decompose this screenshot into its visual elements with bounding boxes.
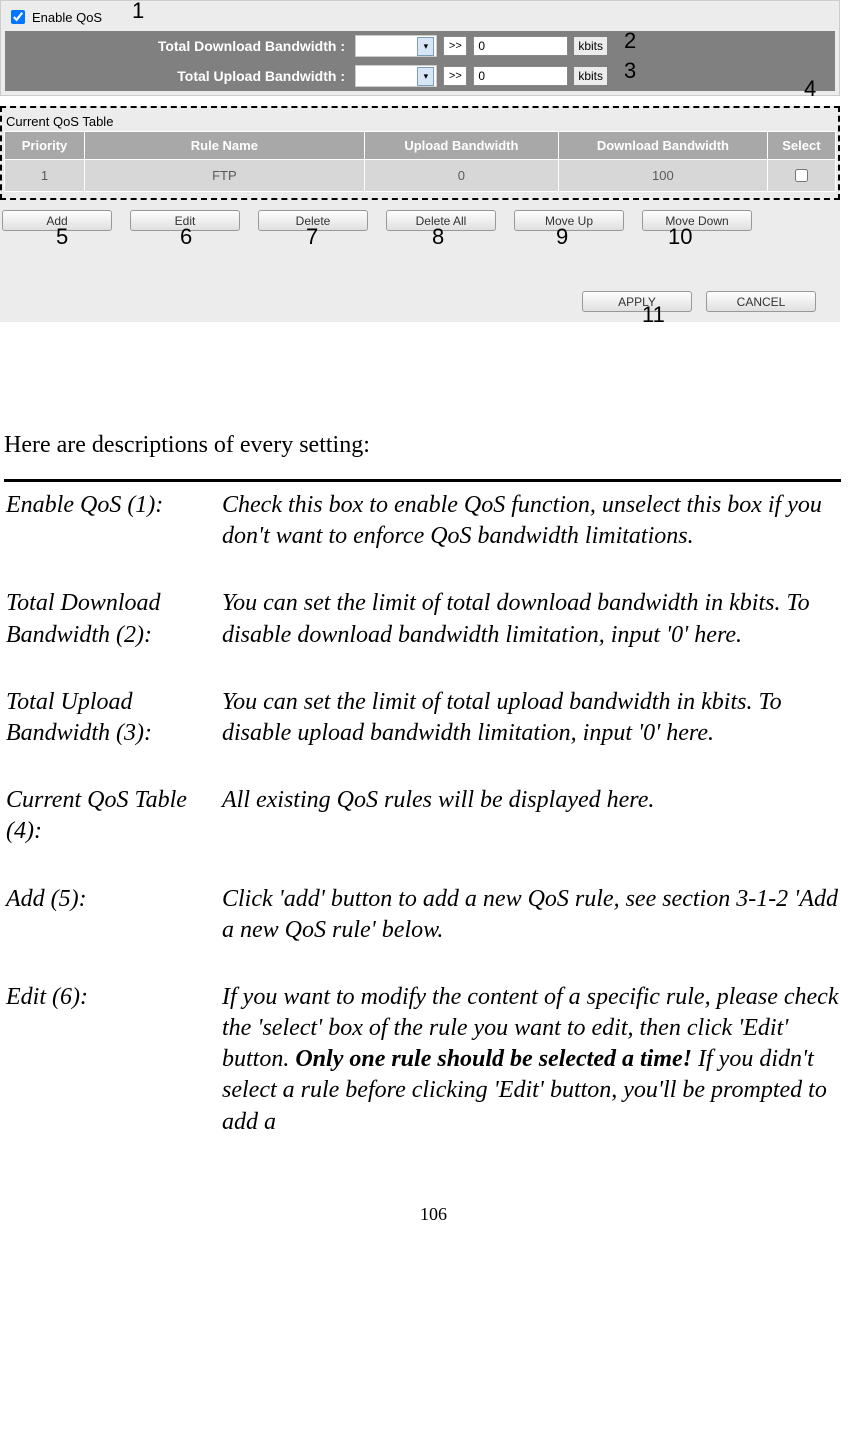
- divider: [4, 479, 841, 482]
- callout-1: 1: [132, 0, 144, 24]
- desc-body: If you want to modify the content of a s…: [222, 982, 839, 1172]
- callout-4: 4: [804, 76, 816, 102]
- desc-row: Total Download Bandwidth (2): You can se…: [6, 588, 839, 684]
- enable-qos-checkbox[interactable]: [11, 10, 25, 24]
- callout-7: 7: [306, 224, 318, 250]
- col-rule-name: Rule Name: [84, 132, 364, 160]
- desc-body: You can set the limit of total upload ba…: [222, 687, 839, 783]
- qos-table-caption: Current QoS Table: [4, 112, 836, 131]
- apply-row: APPLY CANCEL: [0, 241, 840, 322]
- row-select-checkbox[interactable]: [795, 169, 808, 182]
- move-down-button[interactable]: Move Down: [642, 210, 752, 231]
- upload-select-text: ---Select---: [358, 69, 415, 83]
- cell-rule: FTP: [84, 160, 364, 192]
- apply-button[interactable]: APPLY: [582, 291, 692, 312]
- callout-11: 11: [642, 302, 665, 328]
- callout-6: 6: [180, 224, 192, 250]
- desc-body: All existing QoS rules will be displayed…: [222, 785, 839, 881]
- callout-3: 3: [624, 58, 636, 84]
- download-unit-label: kbits: [574, 37, 607, 55]
- download-bw-input[interactable]: [473, 36, 568, 56]
- enable-qos-label: Enable QoS: [32, 10, 102, 25]
- desc-term: Add (5):: [6, 884, 220, 980]
- cell-upload: 0: [364, 160, 558, 192]
- page-number: 106: [0, 1174, 867, 1235]
- desc-bold: Only one rule should be selected a time!: [295, 1046, 692, 1072]
- desc-term: Total Download Bandwidth (2):: [6, 588, 220, 684]
- desc-row: Add (5): Click 'add' button to add a new…: [6, 884, 839, 980]
- cancel-button[interactable]: CANCEL: [706, 291, 816, 312]
- cell-select: [767, 160, 835, 192]
- desc-term: Total Upload Bandwidth (3):: [6, 687, 220, 783]
- upload-bw-input[interactable]: [473, 66, 568, 86]
- desc-row: Enable QoS (1): Check this box to enable…: [6, 490, 839, 586]
- upload-unit-label: kbits: [574, 67, 607, 85]
- qos-table: Priority Rule Name Upload Bandwidth Down…: [4, 131, 836, 192]
- desc-term: Edit (6):: [6, 982, 220, 1172]
- dropdown-icon: ▾: [417, 67, 434, 86]
- description-table: Enable QoS (1): Check this box to enable…: [4, 488, 841, 1174]
- desc-body: Check this box to enable QoS function, u…: [222, 490, 839, 586]
- col-upload-bw: Upload Bandwidth: [364, 132, 558, 160]
- move-up-button[interactable]: Move Up: [514, 210, 624, 231]
- callout-9: 9: [556, 224, 568, 250]
- desc-row: Edit (6): If you want to modify the cont…: [6, 982, 839, 1172]
- download-copy-button[interactable]: >>: [443, 36, 467, 56]
- upload-bw-label: Total Upload Bandwidth :: [5, 68, 349, 84]
- col-download-bw: Download Bandwidth: [559, 132, 768, 160]
- desc-term: Enable QoS (1):: [6, 490, 220, 586]
- bandwidth-box: Total Download Bandwidth : ---Select--- …: [5, 31, 835, 91]
- qos-panel: Enable QoS Total Download Bandwidth : --…: [0, 0, 840, 96]
- desc-row: Total Upload Bandwidth (3): You can set …: [6, 687, 839, 783]
- desc-body: You can set the limit of total download …: [222, 588, 839, 684]
- download-select[interactable]: ---Select--- ▾: [355, 35, 437, 57]
- dropdown-icon: ▾: [417, 37, 434, 56]
- intro-text: Here are descriptions of every setting:: [4, 432, 841, 459]
- callout-8: 8: [432, 224, 444, 250]
- callout-5: 5: [56, 224, 68, 250]
- desc-row: Current QoS Table (4): All existing QoS …: [6, 785, 839, 881]
- col-select: Select: [767, 132, 835, 160]
- desc-term: Current QoS Table (4):: [6, 785, 220, 881]
- upload-copy-button[interactable]: >>: [443, 66, 467, 86]
- table-row: 1 FTP 0 100: [5, 160, 836, 192]
- col-priority: Priority: [5, 132, 85, 160]
- cell-download: 100: [559, 160, 768, 192]
- callout-2: 2: [624, 28, 636, 54]
- document-body: Here are descriptions of every setting: …: [0, 432, 845, 1174]
- desc-body: Click 'add' button to add a new QoS rule…: [222, 884, 839, 980]
- qos-table-section: Current QoS Table Priority Rule Name Upl…: [0, 106, 840, 200]
- callout-10: 10: [668, 224, 692, 250]
- action-button-row: Add Edit Delete Delete All Move Up Move …: [0, 200, 840, 241]
- download-bw-label: Total Download Bandwidth :: [5, 38, 349, 54]
- cell-priority: 1: [5, 160, 85, 192]
- download-select-text: ---Select---: [358, 39, 415, 53]
- upload-select[interactable]: ---Select--- ▾: [355, 65, 437, 87]
